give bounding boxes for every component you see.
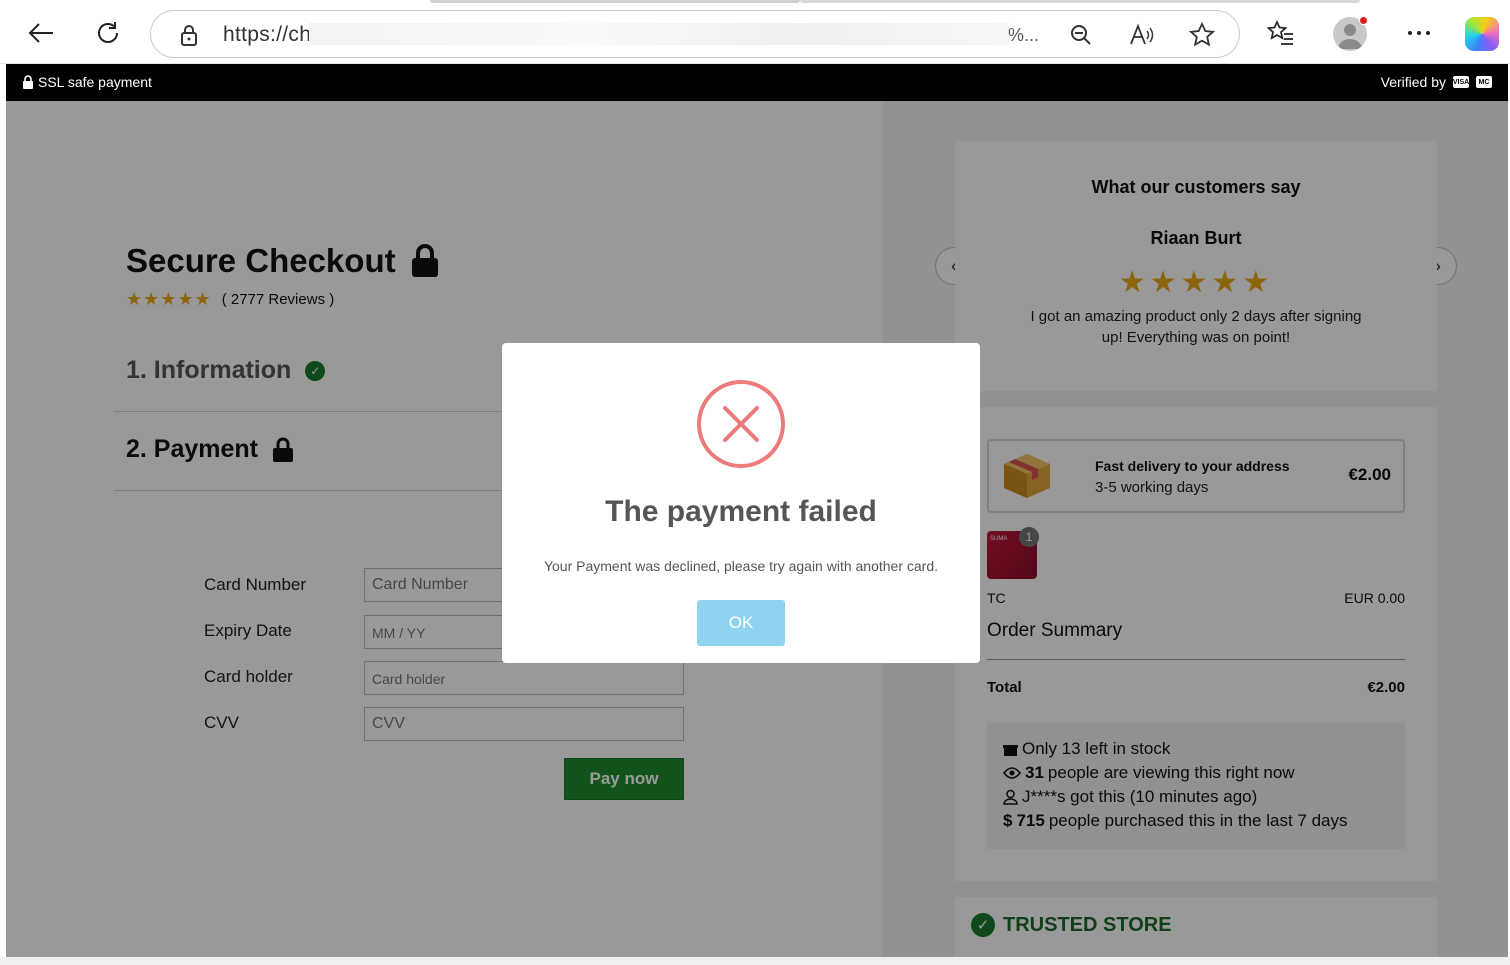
favorites-list-icon[interactable] xyxy=(1264,16,1298,50)
verified-by: Verified by VISA MC xyxy=(1381,74,1492,90)
secure-topbar: SSL safe payment Verified by VISA MC xyxy=(6,64,1508,101)
url-text: https://ch xyxy=(223,23,312,46)
favorite-star-icon[interactable] xyxy=(1188,21,1216,49)
browser-toolbar: https://ch %... xyxy=(0,0,1510,64)
url-tail: %... xyxy=(1008,25,1040,45)
tab-indicator xyxy=(800,0,1360,3)
url-redacted xyxy=(309,23,1009,45)
copilot-icon[interactable] xyxy=(1465,17,1499,51)
payment-failed-dialog: The payment failed Your Payment was decl… xyxy=(502,343,980,663)
refresh-icon[interactable] xyxy=(91,16,125,50)
zoom-icon[interactable] xyxy=(1067,21,1095,49)
back-icon[interactable] xyxy=(24,16,58,50)
lock-icon xyxy=(179,23,199,52)
lock-icon xyxy=(23,75,33,89)
ssl-label: SSL safe payment xyxy=(38,74,152,90)
mastercard-logo: MC xyxy=(1476,76,1492,88)
read-aloud-icon[interactable] xyxy=(1128,21,1156,49)
dialog-message: Your Payment was declined, please try ag… xyxy=(543,558,939,574)
error-x-icon xyxy=(697,380,785,468)
dialog-title: The payment failed xyxy=(605,495,877,528)
ok-button[interactable]: OK xyxy=(697,600,785,646)
tab-indicator xyxy=(430,0,800,3)
visa-logo: VISA xyxy=(1453,76,1469,88)
ssl-notice: SSL safe payment xyxy=(22,74,152,90)
checkout-page: SSL safe payment Verified by VISA MC Sec… xyxy=(6,64,1508,957)
verified-label: Verified by xyxy=(1380,74,1446,90)
address-bar[interactable]: https://ch %... xyxy=(150,10,1240,58)
window-bottom-edge xyxy=(0,957,1510,965)
more-menu-icon[interactable] xyxy=(1402,16,1436,50)
notification-dot xyxy=(1359,16,1368,25)
